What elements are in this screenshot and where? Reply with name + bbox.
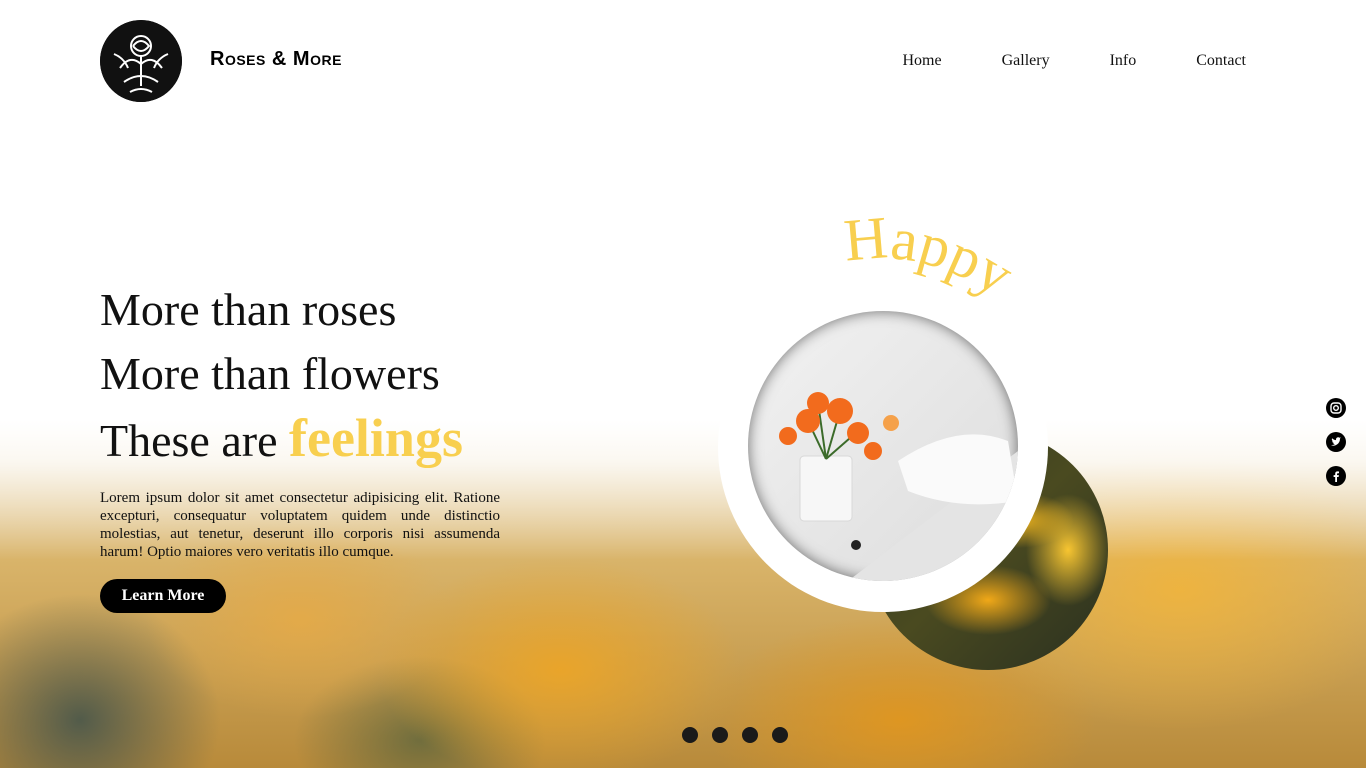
slider-dots [682, 727, 788, 743]
instagram-icon[interactable] [1326, 398, 1346, 418]
hero-body-text: Lorem ipsum dolor sit amet consectetur a… [100, 490, 500, 560]
vase-flowers-illustration [779, 392, 1018, 581]
brand-name: Roses & More [210, 48, 342, 70]
nav-gallery[interactable]: Gallery [1002, 52, 1050, 70]
main-nav: Home Gallery Info Contact [902, 52, 1246, 70]
hero-line-2: More than flowers [100, 348, 440, 399]
hero-accent-word: feelings [289, 408, 463, 468]
svg-text:Happy: Happy [841, 210, 1024, 308]
rose-emblem-icon [100, 20, 182, 102]
hero-heading: More than roses More than flowers These … [100, 278, 520, 473]
vase-photo-circle [748, 311, 1018, 581]
logo[interactable] [100, 20, 182, 102]
twitter-icon[interactable] [1326, 432, 1346, 452]
happy-word: Happy [841, 210, 1024, 308]
nav-info[interactable]: Info [1110, 52, 1137, 70]
hero-line-1: More than roses [100, 284, 397, 335]
nav-home[interactable]: Home [902, 52, 941, 70]
slider-dot[interactable] [682, 727, 698, 743]
happy-arc-text: Happy [841, 210, 1024, 308]
nav-contact[interactable]: Contact [1196, 52, 1246, 70]
hero: More than roses More than flowers These … [100, 278, 520, 561]
hero-line-3-prefix: These are [100, 415, 278, 466]
facebook-icon[interactable] [1326, 466, 1346, 486]
slider-dot[interactable] [712, 727, 728, 743]
social-links [1326, 398, 1346, 486]
slider-dot[interactable] [742, 727, 758, 743]
slider-dot[interactable] [772, 727, 788, 743]
learn-more-button[interactable]: Learn More [100, 579, 226, 613]
